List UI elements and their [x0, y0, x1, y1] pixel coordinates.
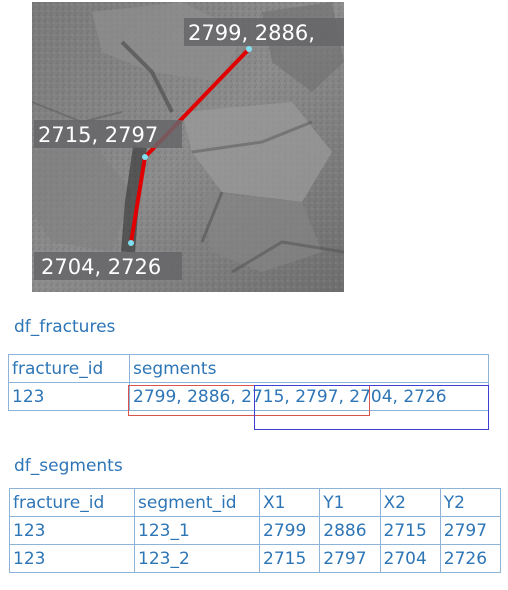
table-row: 123 123_1 2799 2886 2715 2797 — [9, 516, 502, 545]
coord-label-1: 2799, 2886, — [188, 21, 315, 45]
table-header-row: fracture_id segment_id X1 Y1 X2 Y2 — [9, 488, 502, 517]
table-cell: 2799 — [258, 516, 321, 545]
table-header-row: fracture_id segments — [8, 354, 489, 383]
table-row: 123 123_2 2715 2797 2704 2726 — [9, 544, 502, 573]
table-cell: 123_2 — [134, 544, 260, 573]
table-cell: 123 — [8, 382, 130, 411]
rock-surface-image: 2799, 2886, 2715, 2797 2704, 2726 — [32, 2, 344, 292]
df-segments-table: fracture_id segment_id X1 Y1 X2 Y2 123 1… — [9, 488, 502, 573]
header-cell: X2 — [379, 488, 441, 517]
table-cell: 2797 — [319, 544, 381, 573]
df-segments-title: df_segments — [14, 456, 123, 476]
header-cell: fracture_id — [9, 488, 135, 517]
fracture-node-3 — [128, 240, 134, 246]
coord-label-2: 2715, 2797 — [38, 123, 158, 147]
header-cell: segments — [129, 354, 489, 383]
table-cell: 2704 — [379, 544, 441, 573]
df-fractures-table: fracture_id segments 123 2799, 2886, 271… — [8, 354, 489, 411]
table-cell: 2799, 2886, 2715, 2797, 2704, 2726 — [129, 382, 489, 411]
header-cell: X1 — [258, 488, 321, 517]
table-cell: 123 — [9, 516, 135, 545]
table-cell: 2715 — [258, 544, 321, 573]
table-row: 123 2799, 2886, 2715, 2797, 2704, 2726 — [8, 382, 489, 411]
header-cell: Y2 — [439, 488, 502, 517]
df-fractures-title: df_fractures — [14, 317, 116, 337]
header-cell: segment_id — [134, 488, 260, 517]
table-cell: 2886 — [319, 516, 381, 545]
coord-label-3: 2704, 2726 — [41, 255, 161, 279]
table-cell: 123_1 — [134, 516, 260, 545]
table-cell: 2715 — [379, 516, 441, 545]
header-cell: fracture_id — [8, 354, 130, 383]
fracture-node-2 — [142, 154, 148, 160]
table-cell: 2726 — [439, 544, 502, 573]
fracture-node-1 — [246, 46, 252, 52]
header-cell: Y1 — [319, 488, 381, 517]
table-cell: 123 — [9, 544, 135, 573]
table-cell: 2797 — [439, 516, 502, 545]
